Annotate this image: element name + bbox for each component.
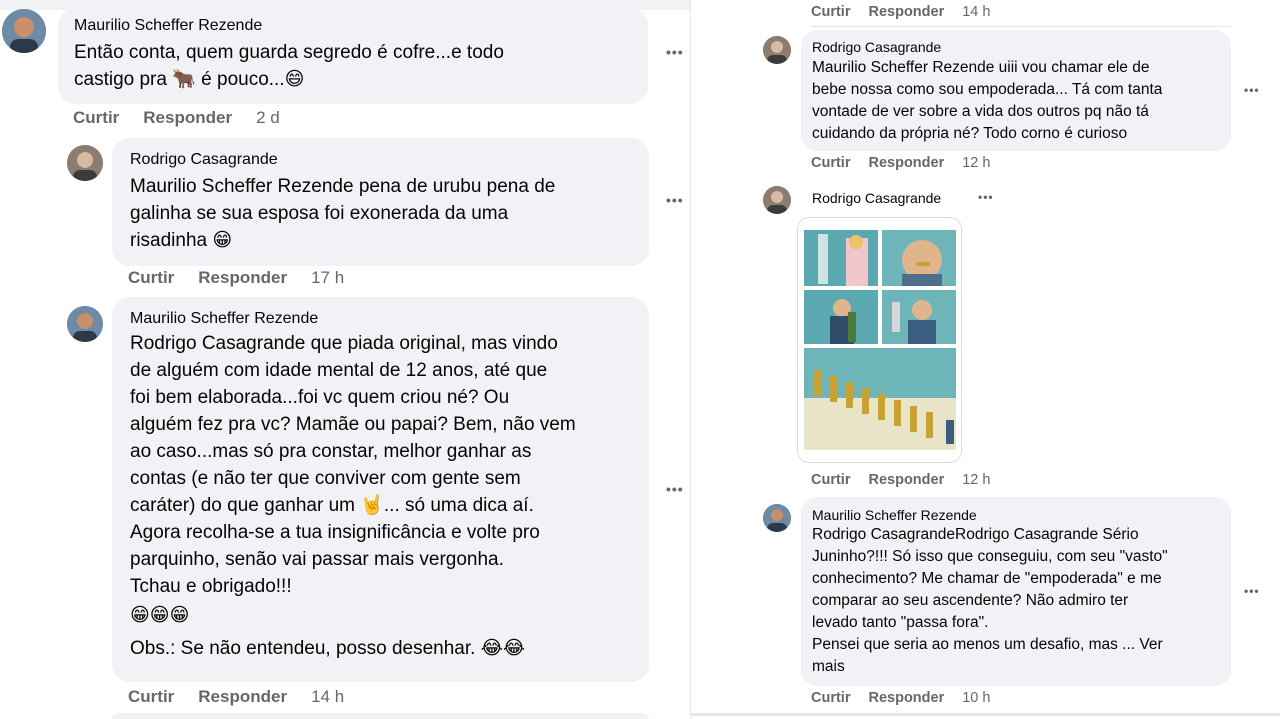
comment-text-line: ao caso...mas só pra constar, melhor gan… <box>130 441 532 462</box>
comment-text-line: vontade de ver sobre a vida dos outros p… <box>812 103 1149 120</box>
like-button[interactable]: Curtir <box>73 108 119 128</box>
more-options-icon[interactable]: ••• <box>666 192 684 208</box>
avatar[interactable] <box>67 145 103 181</box>
comment-author[interactable]: Maurilio Scheffer Rezende <box>812 506 1220 524</box>
comic-panel <box>880 228 958 288</box>
comment-text-line: contas (e não ter que conviver com gente… <box>130 468 521 489</box>
reply-button[interactable]: Responder <box>868 472 944 488</box>
like-button[interactable]: Curtir <box>811 690 850 706</box>
divider <box>691 713 1280 716</box>
comment-text-line: Juninho?!!! Só isso que conseguiu, com s… <box>812 548 1168 565</box>
avatar[interactable] <box>763 504 791 532</box>
comment-text-line: Então conta, quem guarda segredo é cofre… <box>74 42 504 63</box>
comment-text-line: Rodrigo CasagrandeRodrigo Casagrande Sér… <box>812 526 1139 543</box>
comment-text-line: foi bem elaborada...foi vc quem criou né… <box>130 387 510 408</box>
divider <box>811 26 1231 27</box>
comment-emoji-line: 😁😁😁 <box>130 605 190 626</box>
comic-panel <box>802 346 958 452</box>
comment-timestamp[interactable]: 10 h <box>962 690 990 706</box>
like-button[interactable]: Curtir <box>811 155 850 171</box>
comment-author[interactable]: Maurilio Scheffer Rezende <box>130 309 631 329</box>
comment-text-line: de alguém com idade mental de 12 anos, a… <box>130 360 548 381</box>
comment-actions: Curtir Responder 14 h <box>811 4 990 20</box>
comic-panel <box>802 228 880 288</box>
reply-button[interactable]: Responder <box>143 108 232 128</box>
reply-button[interactable]: Responder <box>868 690 944 706</box>
comment-text-line: bebe nossa como sou empoderada... Tá com… <box>812 81 1163 98</box>
comment-text-line: castigo pra 🐂 é pouco...😄 <box>74 69 305 90</box>
comment-text-line: Obs.: Se não entendeu, posso desenhar. 😂… <box>130 638 526 659</box>
comment-text-line: comparar ao seu ascendente? Não admiro t… <box>812 592 1129 609</box>
divider <box>112 713 649 719</box>
comment-actions: Curtir Responder 2 d <box>73 108 280 128</box>
more-options-icon[interactable]: ••• <box>1244 584 1260 598</box>
like-button[interactable]: Curtir <box>811 472 850 488</box>
comment-actions: Curtir Responder 10 h <box>811 690 990 706</box>
reply-button[interactable]: Responder <box>868 4 944 20</box>
comment-author[interactable]: Rodrigo Casagrande <box>130 150 631 170</box>
comment-text-line: Tchau e obrigado!!! <box>130 576 292 597</box>
comment-bubble: Maurilio Scheffer Rezende Então conta, q… <box>58 8 648 104</box>
comment-actions: Curtir Responder 17 h <box>128 268 344 288</box>
comment-bubble: Maurilio Scheffer Rezende Rodrigo Casagr… <box>112 297 649 682</box>
comment-bubble: Maurilio Scheffer Rezende Rodrigo Casagr… <box>801 497 1231 686</box>
reply-button[interactable]: Responder <box>198 268 287 288</box>
comment-text-line: caráter) do que ganhar um 🤘... só uma di… <box>130 495 534 516</box>
avatar[interactable] <box>2 9 46 53</box>
comment-text-line: Maurilio Scheffer Rezende uiii vou chama… <box>812 59 1150 76</box>
comment-text-line: conhecimento? Me chamar de "empoderada" … <box>812 570 1162 587</box>
comment-actions: Curtir Responder 12 h <box>811 472 990 488</box>
comment-text-line: levado tanto "passa fora". <box>812 614 989 631</box>
more-options-icon[interactable]: ••• <box>1244 83 1260 97</box>
comment-text-line: Maurilio Scheffer Rezende pena de urubu … <box>130 176 556 197</box>
comment-author[interactable]: Maurilio Scheffer Rezende <box>74 16 632 36</box>
more-options-icon[interactable]: ••• <box>666 481 684 497</box>
comment-bubble: Rodrigo Casagrande Maurilio Scheffer Rez… <box>112 138 649 266</box>
reply-button[interactable]: Responder <box>868 155 944 171</box>
more-options-icon[interactable]: ••• <box>666 44 684 60</box>
avatar[interactable] <box>763 36 791 64</box>
comment-timestamp[interactable]: 2 d <box>256 108 280 128</box>
comment-text-line: risadinha 😁 <box>130 230 233 251</box>
see-more-link[interactable]: mais <box>812 656 1220 678</box>
left-comment-panel: Maurilio Scheffer Rezende Então conta, q… <box>0 0 690 719</box>
comment-actions: Curtir Responder 14 h <box>128 687 344 707</box>
comment-text-line: Pensei que seria ao menos um desafio, ma… <box>812 636 1163 653</box>
comment-text-line: Agora recolha-se a tua insignificância e… <box>130 522 540 543</box>
comment-text-line: Rodrigo Casagrande que piada original, m… <box>130 333 558 354</box>
comment-bubble: Rodrigo Casagrande Maurilio Scheffer Rez… <box>801 30 1231 151</box>
comic-meme-image[interactable] <box>797 217 962 463</box>
comment-timestamp[interactable]: 14 h <box>311 687 344 707</box>
comment-timestamp[interactable]: 12 h <box>962 472 990 488</box>
comment-author[interactable]: Rodrigo Casagrande <box>812 38 1220 56</box>
comic-panel <box>880 288 958 346</box>
comment-timestamp[interactable]: 14 h <box>962 4 990 20</box>
comment-timestamp[interactable]: 17 h <box>311 268 344 288</box>
like-button[interactable]: Curtir <box>128 687 174 707</box>
comment-text-line: galinha se sua esposa foi exonerada da u… <box>130 203 509 224</box>
avatar[interactable] <box>67 306 103 342</box>
comment-text-line: parquinho, senão vai passar mais vergonh… <box>130 549 504 570</box>
comment-author[interactable]: Rodrigo Casagrande <box>812 189 941 207</box>
comment-text-line: alguém fez pra vc? Mamãe ou papai? Bem, … <box>130 414 576 435</box>
like-button[interactable]: Curtir <box>128 268 174 288</box>
more-options-icon[interactable]: ••• <box>978 190 994 204</box>
comment-actions: Curtir Responder 12 h <box>811 155 990 171</box>
like-button[interactable]: Curtir <box>811 4 850 20</box>
avatar[interactable] <box>763 186 791 214</box>
right-comment-panel: Curtir Responder 14 h Rodrigo Casagrande… <box>690 0 1280 719</box>
reply-button[interactable]: Responder <box>198 687 287 707</box>
comic-panel <box>802 288 880 346</box>
comment-timestamp[interactable]: 12 h <box>962 155 990 171</box>
comment-text-line: cuidando da própria né? Todo corno é cur… <box>812 125 1128 142</box>
